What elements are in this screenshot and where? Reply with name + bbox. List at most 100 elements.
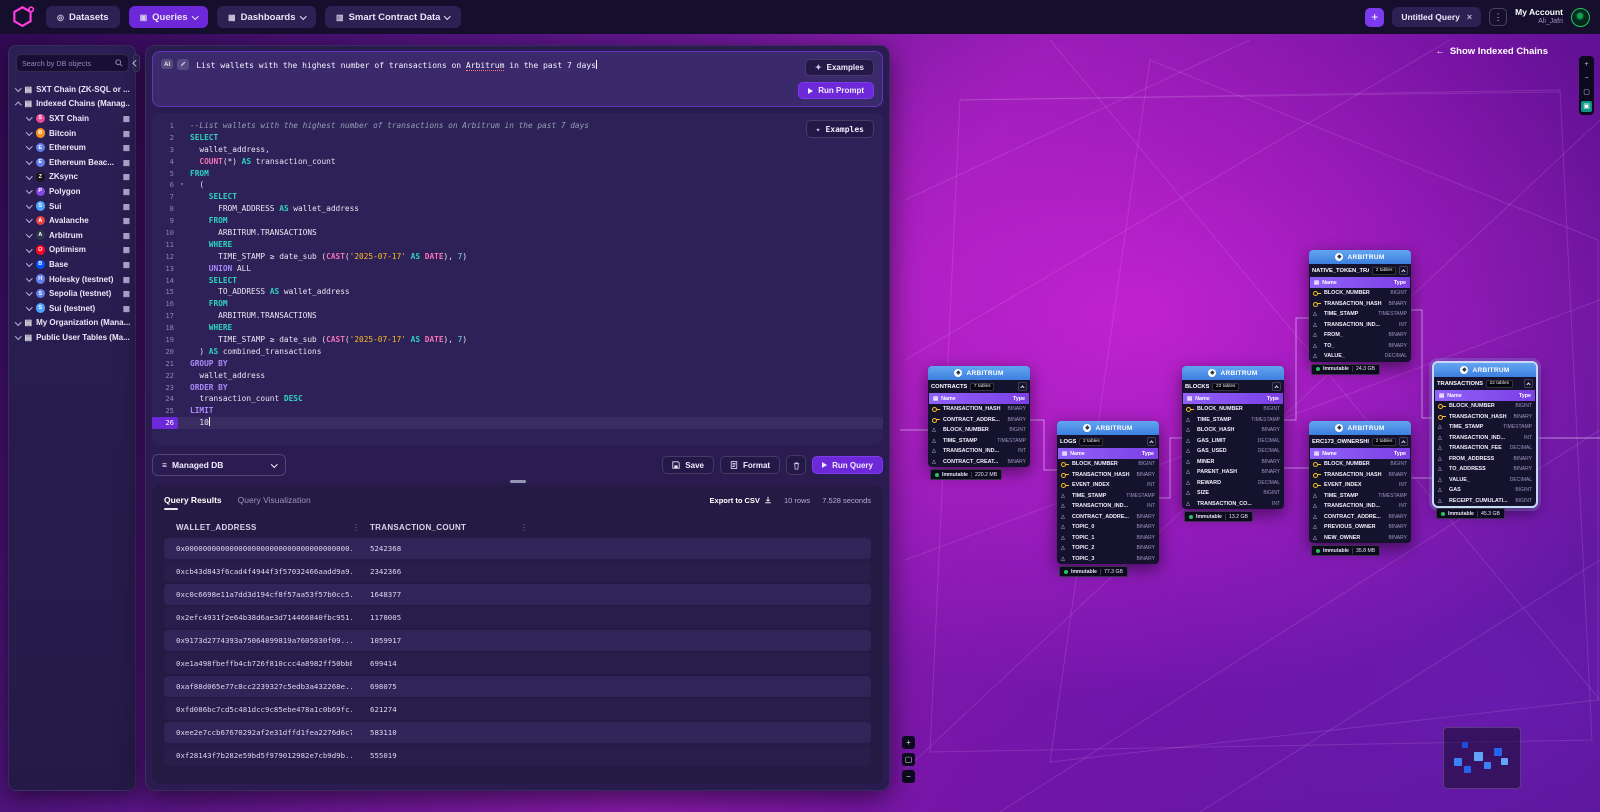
table-row[interactable]: 0xaf88d065e77c8cc2239327c5edb3a432268e..… xyxy=(164,676,871,697)
canvas-zoom-out-button[interactable]: − xyxy=(902,770,915,783)
card-column-row[interactable]: △ NEW_OWNER BINARY xyxy=(1309,533,1411,544)
sidebar-item-sxt-chain[interactable]: S SXT Chain ▦ xyxy=(16,111,130,126)
code-line[interactable]: 1 --List wallets with the highest number … xyxy=(152,120,883,132)
panel-resize-handle[interactable] xyxy=(509,480,526,483)
card-column-row[interactable]: TRANSACTION_HASH BINARY xyxy=(1309,470,1411,481)
sidebar-section-public-user-tables-ma[interactable]: ▤ Public User Tables (Ma... xyxy=(15,330,130,345)
card-collapse-button[interactable] xyxy=(1399,437,1408,446)
select-tool-icon[interactable]: ▣ xyxy=(1581,101,1592,112)
card-collapse-button[interactable] xyxy=(1147,437,1156,446)
card-column-row[interactable]: TRANSACTION_HASH BINARY xyxy=(1434,412,1536,423)
zoom-out-icon[interactable]: − xyxy=(1581,73,1592,84)
sidebar-item-ethereum-beac[interactable]: E Ethereum Beac... ▦ xyxy=(16,155,130,170)
column-menu-icon[interactable]: ⋮ xyxy=(352,523,370,532)
sidebar-section-my-organization-mana[interactable]: ▤ My Organization (Mana... xyxy=(15,316,130,331)
new-query-button[interactable]: + xyxy=(1365,7,1385,27)
code-line[interactable]: 17 ARBITRUM.TRANSACTIONS xyxy=(152,310,883,322)
schema-card-native-token-trans[interactable]: ◆ARBITRUMNATIVE_TOKEN_TRANS...2 tables▤N… xyxy=(1309,250,1411,375)
table-row[interactable]: 0xe1a498fbeffb4cb726f810ccc4a8982ff50bb8… xyxy=(164,653,871,674)
create-table-icon[interactable]: ▦ xyxy=(123,158,130,167)
code-line[interactable]: 13 UNION ALL xyxy=(152,263,883,275)
card-column-row[interactable]: △ TOPIC_2 BINARY xyxy=(1057,543,1159,554)
nav-item-dashboards[interactable]: ▦ Dashboards xyxy=(217,6,317,28)
card-column-row[interactable]: △ BLOCK_HASH BINARY xyxy=(1182,425,1284,436)
card-collapse-button[interactable] xyxy=(1018,382,1027,391)
card-column-row[interactable]: △ BLOCK_NUMBER BIGINT xyxy=(928,425,1030,436)
run-query-button[interactable]: Run Query xyxy=(812,456,883,474)
prompt-examples-button[interactable]: ✦ Examples xyxy=(804,59,874,76)
tab-query-visualization[interactable]: Query Visualization xyxy=(238,495,311,505)
tab-untitled-query[interactable]: Untitled Query × xyxy=(1392,7,1482,27)
canvas-fit-button[interactable]: ▢ xyxy=(902,753,915,766)
card-column-row[interactable]: BLOCK_NUMBER BIGINT xyxy=(1057,459,1159,470)
card-column-row[interactable]: △ TIME_STAMP TIMESTAMP xyxy=(1309,491,1411,502)
table-row[interactable]: 0x9173d2774393a75064899819a7605830f09...… xyxy=(164,630,871,651)
delete-query-button[interactable] xyxy=(786,455,807,475)
card-column-row[interactable]: △ TOPIC_0 BINARY xyxy=(1057,522,1159,533)
sidebar-collapse-button[interactable] xyxy=(133,54,140,72)
sidebar-item-base[interactable]: B Base ▦ xyxy=(16,257,130,272)
schema-card-transactions[interactable]: ◆ ARBITRUM TRANSACTIONS 22 tables ▤ Name Type B… xyxy=(1432,361,1538,519)
card-column-row[interactable]: △ MINER BINARY xyxy=(1182,457,1284,468)
zoom-in-icon[interactable]: + xyxy=(1581,59,1592,70)
column-header-transaction-count[interactable]: TRANSACTION_COUNT xyxy=(370,523,520,532)
card-column-row[interactable]: △ TIME_STAMP TIMESTAMP xyxy=(1182,415,1284,426)
code-line[interactable]: 18 WHERE xyxy=(152,322,883,334)
canvas-zoom-in-button[interactable]: + xyxy=(902,736,915,749)
show-indexed-chains-link[interactable]: ← Show Indexed Chains xyxy=(1435,46,1548,57)
code-line[interactable]: 11 WHERE xyxy=(152,239,883,251)
card-column-row[interactable]: △ FROM_ BINARY xyxy=(1309,330,1411,341)
create-table-icon[interactable]: ▦ xyxy=(123,304,130,313)
create-table-icon[interactable]: ▦ xyxy=(123,275,130,284)
card-column-row[interactable]: △ TOPIC_3 BINARY xyxy=(1057,554,1159,565)
more-options-button[interactable]: ⋮ xyxy=(1489,8,1508,26)
create-table-icon[interactable]: ▦ xyxy=(123,114,130,123)
card-column-row[interactable]: BLOCK_NUMBER BIGINT xyxy=(1434,401,1536,412)
create-table-icon[interactable]: ▦ xyxy=(123,143,130,152)
create-table-icon[interactable]: ▦ xyxy=(123,216,130,225)
code-line[interactable]: 2 SELECT xyxy=(152,132,883,144)
card-column-row[interactable]: △ TRANSACTION_FEE DECIMAL xyxy=(1434,443,1536,454)
code-line[interactable]: 25 LIMIT xyxy=(152,405,883,417)
code-line[interactable]: 3 wallet_address, xyxy=(152,144,883,156)
code-line[interactable]: 14 SELECT xyxy=(152,275,883,287)
save-button[interactable]: Save xyxy=(662,456,714,474)
card-column-row[interactable]: BLOCK_NUMBER BIGINT xyxy=(1309,459,1411,470)
create-table-icon[interactable]: ▦ xyxy=(123,260,130,269)
card-column-row[interactable]: △ TIME_STAMP TIMESTAMP xyxy=(1309,309,1411,320)
code-line[interactable]: 5 FROM xyxy=(152,168,883,180)
avatar[interactable] xyxy=(1571,7,1590,27)
card-collapse-button[interactable] xyxy=(1399,266,1408,275)
card-column-row[interactable]: △ GAS BIGINT xyxy=(1434,485,1536,496)
code-line[interactable]: 8 FROM_ADDRESS AS wallet_address xyxy=(152,203,883,215)
nav-item-queries[interactable]: ▣ Queries xyxy=(128,6,209,28)
card-column-row[interactable]: △ TRANSACTION_IND... INT xyxy=(1309,320,1411,331)
card-column-row[interactable]: △ VALUE_ DECIMAL xyxy=(1434,475,1536,486)
sidebar-section-indexed-chains-manag[interactable]: ▤ Indexed Chains (Manag... xyxy=(15,97,130,112)
sidebar-item-bitcoin[interactable]: B Bitcoin ▦ xyxy=(16,126,130,141)
account-info[interactable]: My Account Ali_Jafri xyxy=(1515,7,1563,26)
minimap[interactable] xyxy=(1443,727,1521,789)
code-line[interactable]: 24 transaction_count DESC xyxy=(152,393,883,405)
nav-item-datasets[interactable]: ◎ Datasets xyxy=(46,6,120,28)
code-line[interactable]: 20 ) AS combined_transactions xyxy=(152,346,883,358)
card-column-row[interactable]: △ FROM_ADDRESS BINARY xyxy=(1434,454,1536,465)
code-line[interactable]: 26 10 xyxy=(152,417,883,430)
card-column-row[interactable]: EVENT_INDEX INT xyxy=(1309,480,1411,491)
column-menu-icon[interactable]: ⋮ xyxy=(520,523,538,532)
card-column-row[interactable]: △ RECEIPT_CUMULATI... BIGINT xyxy=(1434,496,1536,507)
code-line[interactable]: 12 TIME_STAMP ≥ date_sub (CAST('2025-07-… xyxy=(152,251,883,263)
sidebar-item-arbitrum[interactable]: A Arbitrum ▦ xyxy=(16,228,130,243)
code-line[interactable]: 10 ARBITRUM.TRANSACTIONS xyxy=(152,227,883,239)
card-collapse-button[interactable] xyxy=(1524,379,1533,388)
card-column-row[interactable]: △ TRANSACTION_IND... INT xyxy=(1309,501,1411,512)
editor-examples-button[interactable]: ✦ Examples xyxy=(805,120,874,138)
column-header-wallet-address[interactable]: WALLET_ADDRESS xyxy=(164,523,352,532)
format-button[interactable]: Format xyxy=(719,456,781,474)
code-line[interactable]: 19 TIME_STAMP ≥ date_sub (CAST('2025-07-… xyxy=(152,334,883,346)
create-table-icon[interactable]: ▦ xyxy=(123,172,130,181)
card-column-row[interactable]: EVENT_INDEX INT xyxy=(1057,480,1159,491)
table-row[interactable]: 0xc0c6698e11a7dd3d194cf8f57aa53f57b0cc5.… xyxy=(164,584,871,605)
code-line[interactable]: 4 COUNT(*) AS transaction_count xyxy=(152,156,883,168)
card-column-row[interactable]: △ REWARD DECIMAL xyxy=(1182,478,1284,489)
